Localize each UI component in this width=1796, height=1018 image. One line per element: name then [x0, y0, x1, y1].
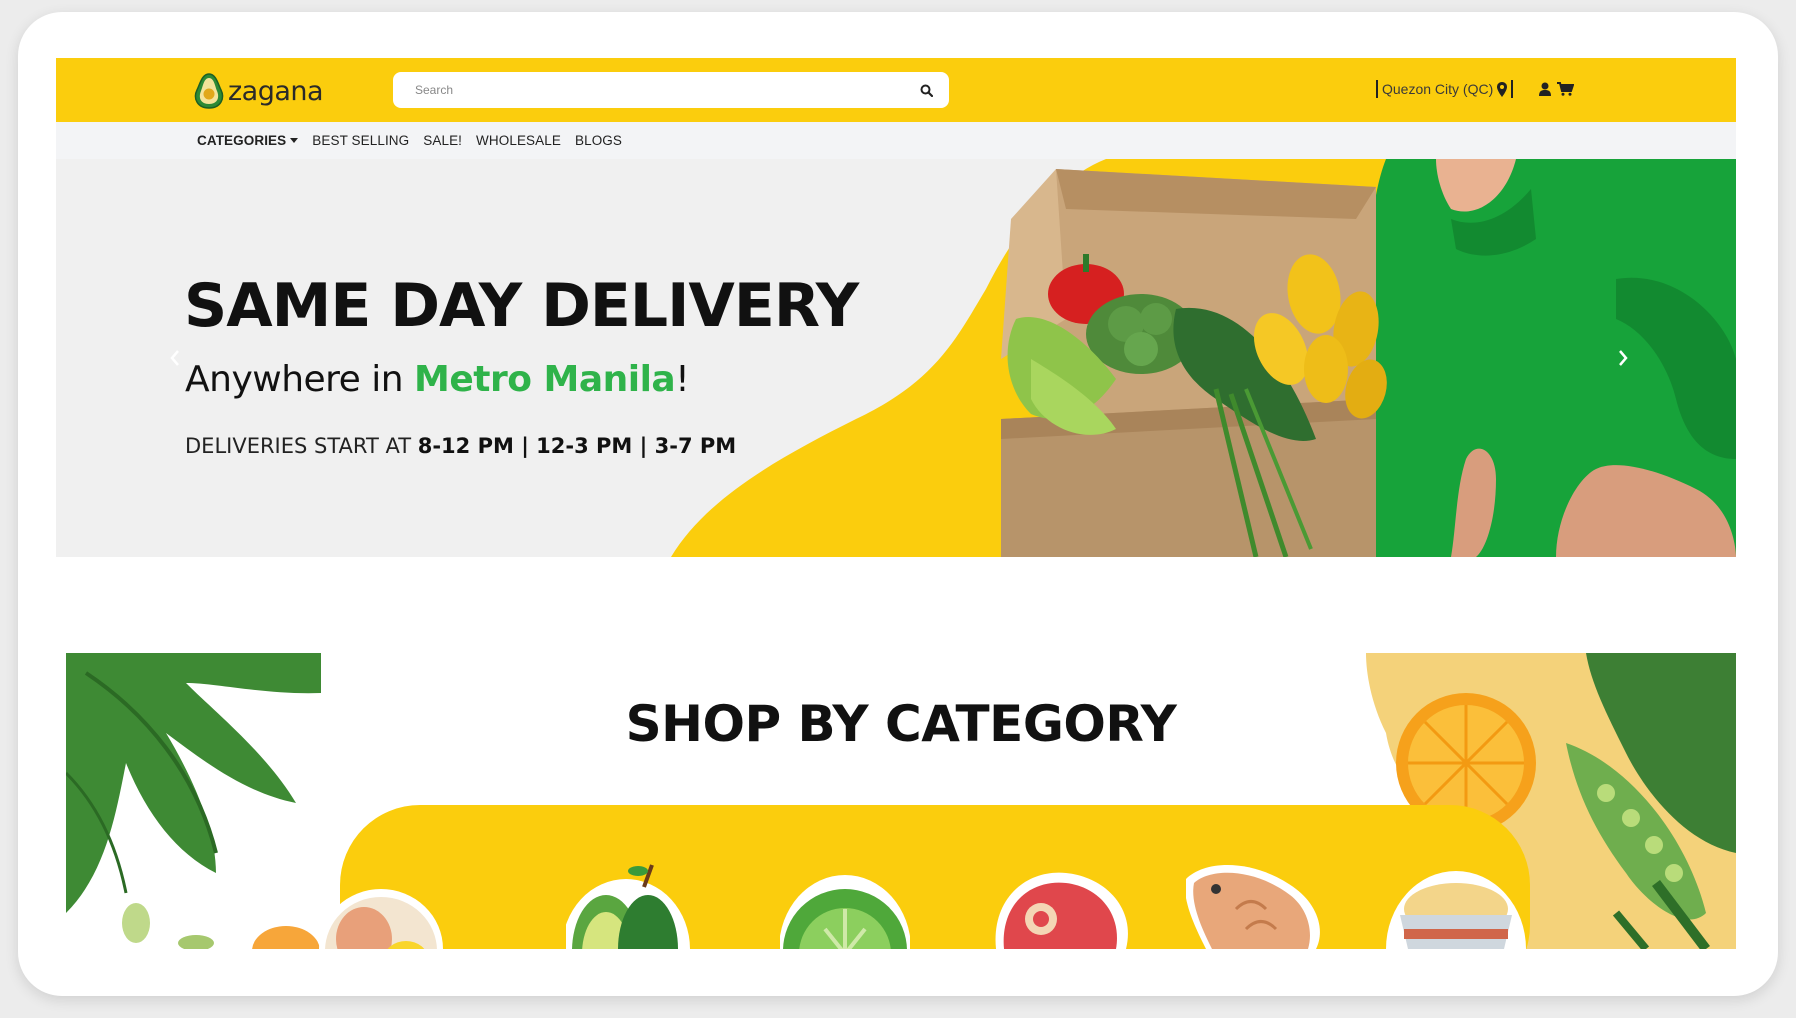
- egg-icon[interactable]: [246, 879, 446, 949]
- nav-best-selling[interactable]: BEST SELLING: [312, 133, 409, 148]
- search-bar: [393, 72, 949, 108]
- hero-title: SAME DAY DELIVERY: [184, 271, 859, 341]
- site: zagana Quezon City (QC): [56, 58, 1736, 557]
- main-nav: CATEGORIES BEST SELLING SALE! WHOLESALE …: [56, 122, 1736, 159]
- delivery-times-value: 8-12 PM | 12-3 PM | 3-7 PM: [417, 434, 737, 458]
- nav-wholesale[interactable]: WHOLESALE: [476, 133, 561, 148]
- cart-icon[interactable]: [1557, 82, 1575, 96]
- hero-subtitle-accent: Metro Manila: [414, 359, 676, 400]
- header-actions: Quezon City (QC): [1372, 80, 1575, 98]
- top-bar: zagana Quezon City (QC): [56, 58, 1736, 122]
- hero-subtitle-prefix: Anywhere in: [185, 359, 415, 400]
- brand-logo[interactable]: zagana: [192, 72, 324, 110]
- brand-name: zagana: [228, 75, 324, 107]
- hero-subtitle-suffix: !: [675, 359, 690, 400]
- fish-icon[interactable]: [1186, 849, 1326, 949]
- avocado-logo-icon: [194, 73, 224, 109]
- hero-subtitle: Anywhere in Metro Manila!: [185, 359, 690, 400]
- caret-down-icon: [290, 138, 299, 143]
- nav-categories-label: CATEGORIES: [197, 133, 287, 148]
- carousel-next-icon[interactable]: [1612, 347, 1634, 369]
- divider: [1511, 80, 1514, 98]
- hero-banner[interactable]: SAME DAY DELIVERY Anywhere in Metro Mani…: [56, 159, 1736, 557]
- section-title: SHOP BY CATEGORY: [625, 695, 1177, 753]
- delivery-times-prefix: DELIVERIES START AT: [185, 434, 418, 458]
- rice-icon[interactable]: [1386, 869, 1526, 949]
- location-label[interactable]: Quezon City (QC): [1382, 81, 1493, 97]
- nav-blogs[interactable]: BLOGS: [575, 133, 622, 148]
- map-pin-icon[interactable]: [1497, 81, 1508, 97]
- search-icon[interactable]: [917, 81, 935, 99]
- nav-categories[interactable]: CATEGORIES: [197, 133, 299, 148]
- user-icon[interactable]: [1539, 82, 1552, 96]
- browser-frame: zagana Quezon City (QC): [18, 12, 1778, 996]
- divider: [1376, 80, 1378, 98]
- carousel-prev-icon[interactable]: [164, 347, 186, 369]
- avocado-icon[interactable]: [566, 859, 696, 949]
- search-input[interactable]: [415, 83, 917, 97]
- hero-illustration: [671, 159, 1736, 557]
- delivery-times: DELIVERIES START AT 8-12 PM | 12-3 PM | …: [185, 434, 736, 458]
- nav-sale[interactable]: SALE!: [423, 133, 462, 148]
- meat-icon[interactable]: [986, 859, 1136, 949]
- shop-by-category-section: SHOP BY CATEGORY: [66, 653, 1736, 949]
- cabbage-icon[interactable]: [780, 859, 910, 949]
- category-band: [340, 805, 1530, 949]
